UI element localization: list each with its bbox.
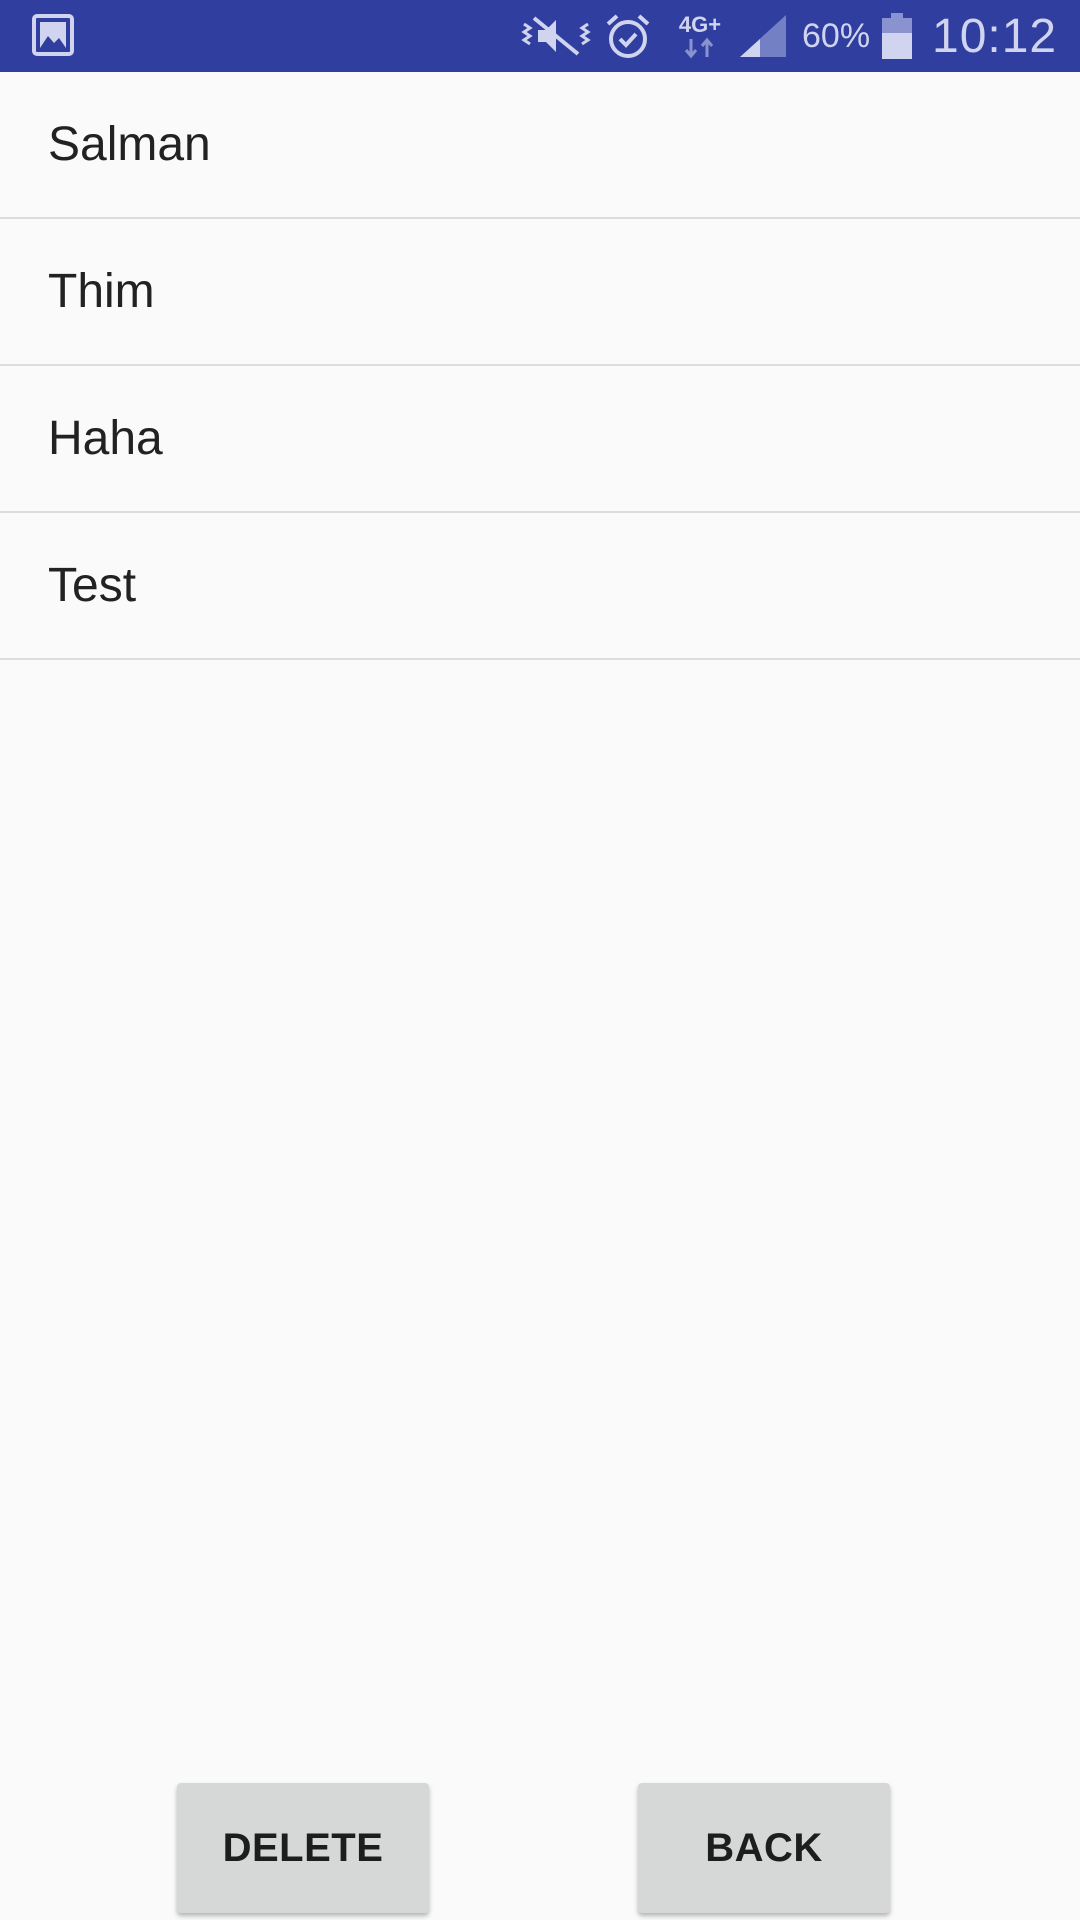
back-button[interactable]: BACK: [638, 1783, 890, 1913]
vibrate-icon: [520, 0, 592, 72]
list-item-label: Haha: [48, 412, 163, 465]
gallery-icon: [32, 14, 74, 61]
list-item[interactable]: Test: [0, 513, 1080, 660]
list-item-label: Salman: [48, 118, 211, 171]
list-item[interactable]: Haha: [0, 366, 1080, 513]
network-type: 4G+: [678, 12, 722, 37]
delete-button[interactable]: DELETE: [177, 1783, 429, 1913]
signal-icon: [738, 0, 788, 72]
battery-percent: 60%: [802, 16, 871, 55]
data-transfer-icon: 4G+: [670, 0, 730, 72]
clock: 10:12: [932, 9, 1058, 63]
alarm-icon: [604, 0, 652, 72]
name-list: Salman Thim Haha Test: [0, 72, 1080, 660]
list-item-label: Thim: [48, 265, 155, 318]
list-item[interactable]: Salman: [0, 72, 1080, 219]
battery-icon: [882, 0, 912, 72]
status-icons: 4G+ 60% 10:12: [520, 0, 1080, 72]
status-bar: 4G+ 60% 10:12: [0, 0, 1080, 72]
list-item[interactable]: Thim: [0, 219, 1080, 366]
list-item-label: Test: [48, 559, 137, 612]
